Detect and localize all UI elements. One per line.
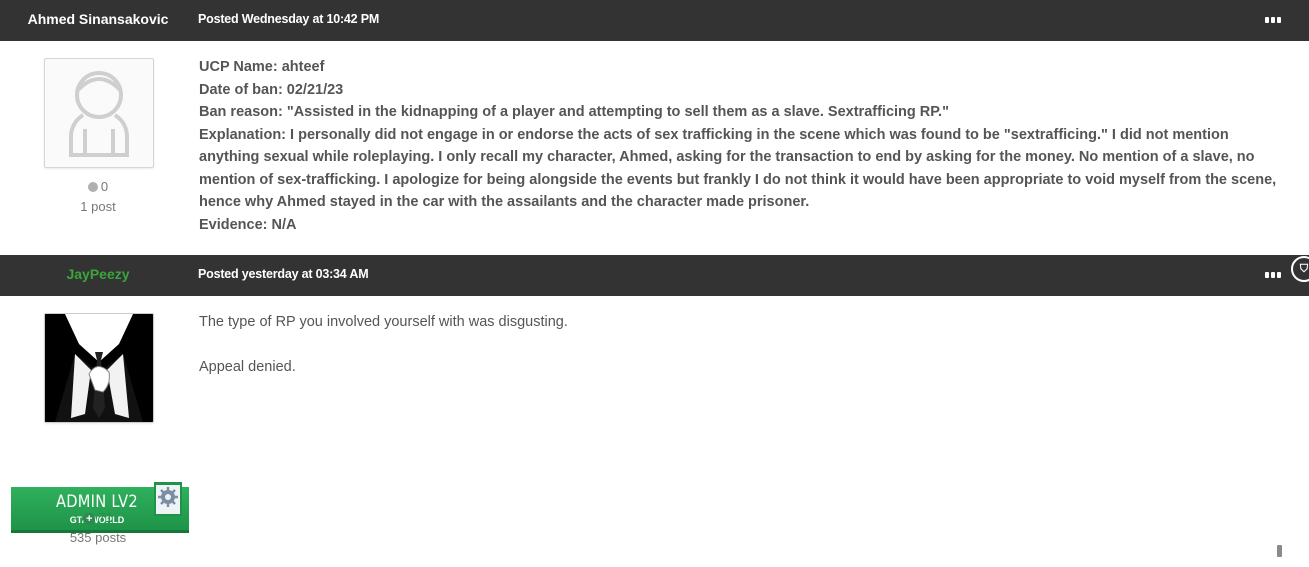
shield-icon: ⛉ — [1291, 256, 1309, 282]
reputation-value: 0 — [100, 179, 109, 194]
neutral-reputation-icon — [87, 182, 98, 192]
avatar[interactable] — [44, 313, 154, 423]
evidence-line: Evidence: N/A — [199, 216, 297, 233]
post-content: UCP Name: ahteef Date of ban: 02/21/23 B… — [199, 56, 1279, 236]
post-content: The type of RP you involved yourself wit… — [199, 311, 1279, 379]
post-body: ADMIN LV2 GTA WORLD +71 535 posts The ty… — [0, 296, 1309, 567]
reputation-value: 71 — [98, 510, 113, 525]
post-header: JayPeezy Posted yesterday at 03:34 AM ⛉ — [0, 255, 1309, 296]
post-menu-button[interactable] — [1265, 17, 1281, 23]
post-timestamp[interactable]: Posted Wednesday at 10:42 PM — [198, 0, 379, 39]
reputation-count[interactable]: +71 — [0, 510, 196, 525]
post-body: 0 1 post UCP Name: ahteef Date of ban: 0… — [0, 41, 1309, 255]
post-menu-button[interactable] — [1265, 272, 1281, 278]
avatar[interactable] — [44, 58, 154, 168]
author-name-link[interactable]: JayPeezy — [0, 255, 196, 296]
ban-reason-line: Ban reason: "Assisted in the kidnapping … — [199, 104, 949, 120]
scroll-marker[interactable] — [1277, 545, 1282, 557]
content-line: The type of RP you involved yourself wit… — [199, 314, 568, 330]
post-header: Ahmed Sinansakovic Posted Wednesday at 1… — [0, 0, 1309, 41]
author-name-link[interactable]: Ahmed Sinansakovic — [0, 0, 196, 41]
default-user-icon — [69, 71, 129, 157]
explanation-line: Explanation: I personally did not engage… — [199, 126, 1277, 211]
rank-title: ADMIN LV2 — [56, 492, 138, 512]
reputation-count[interactable]: 0 — [0, 179, 196, 194]
suit-man-icon — [45, 314, 153, 422]
plus-reputation-icon: + — [83, 513, 96, 525]
ucp-name-line: UCP Name: ahteef — [199, 59, 325, 75]
content-line: Appeal denied. — [199, 359, 296, 375]
post-1: Ahmed Sinansakovic Posted Wednesday at 1… — [0, 0, 1309, 255]
post-count: 1 post — [80, 199, 116, 214]
post-timestamp[interactable]: Posted yesterday at 03:34 AM — [198, 255, 369, 294]
post-2: JayPeezy Posted yesterday at 03:34 AM ⛉ — [0, 255, 1309, 567]
ban-date-line: Date of ban: 02/21/23 — [199, 81, 344, 98]
post-count: 535 posts — [69, 530, 127, 545]
